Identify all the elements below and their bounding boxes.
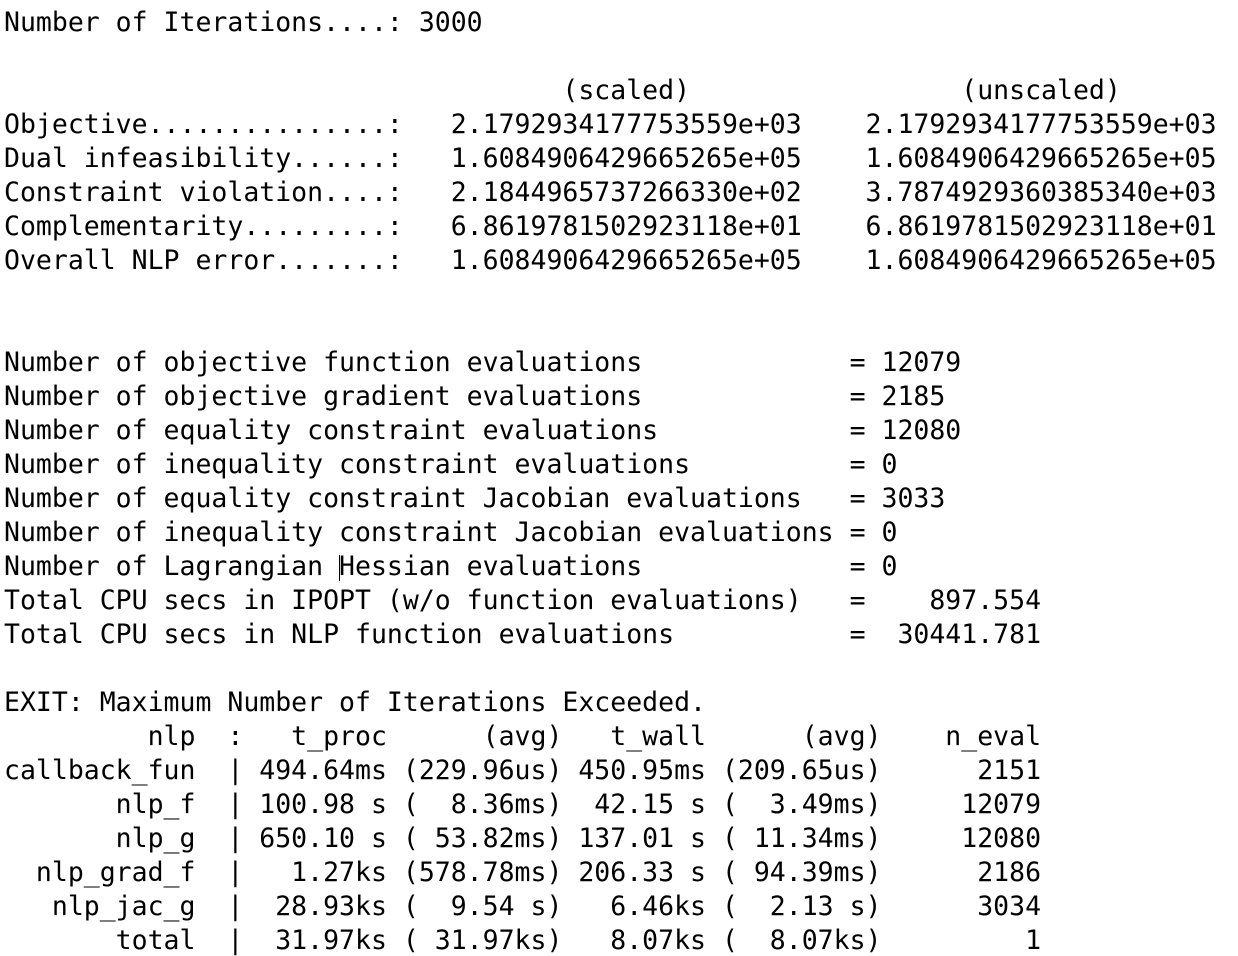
terminal-line-iterations: Number of Iterations....: 3000 xyxy=(4,7,483,38)
timing-table-row-total: total | 31.97ks ( 31.97ks) 8.07ks ( 8.07… xyxy=(4,925,1042,956)
terminal-line-cpu-nlp-functions: Total CPU secs in NLP function evaluatio… xyxy=(4,619,1042,650)
terminal-line-inequality-constraint-evals: Number of inequality constraint evaluati… xyxy=(4,449,898,480)
terminal-line-objective-function-evals: Number of objective function evaluations… xyxy=(4,347,962,378)
terminal-line-objective: Objective...............: 2.179293417775… xyxy=(4,109,1217,140)
timing-table-row-nlp-grad-f: nlp_grad_f | 1.27ks (578.78ms) 206.33 s … xyxy=(4,857,1042,888)
terminal-line-dual-infeasibility: Dual infeasibility......: 1.608490642966… xyxy=(4,143,1217,174)
timing-table-row-nlp-f: nlp_f | 100.98 s ( 8.36ms) 42.15 s ( 3.4… xyxy=(4,789,1042,820)
terminal-line-inequality-jacobian-evals: Number of inequality constraint Jacobian… xyxy=(4,517,898,548)
terminal-line-overall-nlp-error: Overall NLP error.......: 1.608490642966… xyxy=(4,245,1217,276)
timing-table-row-nlp-g: nlp_g | 650.10 s ( 53.82ms) 137.01 s ( 1… xyxy=(4,823,1042,854)
terminal-line-lagrangian-hessian-evals: Number of Lagrangian Hessian evaluations… xyxy=(4,550,1238,584)
terminal-line-cpu-ipopt: Total CPU secs in IPOPT (w/o function ev… xyxy=(4,585,1042,616)
terminal-line-complementarity: Complementarity.........: 6.861978150292… xyxy=(4,211,1217,242)
timing-table-header: nlp : t_proc (avg) t_wall (avg) n_eval xyxy=(4,721,1042,752)
terminal-output[interactable]: Number of Iterations....: 3000 (scaled) … xyxy=(0,0,1238,956)
terminal-line-exit-status: EXIT: Maximum Number of Iterations Excee… xyxy=(4,687,706,718)
text-cursor xyxy=(339,554,341,581)
timing-table-row-callback-fun: callback_fun | 494.64ms (229.96us) 450.9… xyxy=(4,755,1042,786)
terminal-line-equality-jacobian-evals: Number of equality constraint Jacobian e… xyxy=(4,483,946,514)
terminal-line-objective-gradient-evals: Number of objective gradient evaluations… xyxy=(4,381,946,412)
terminal-line-hessian-text-before-cursor: Number of Lagrangian Hessian evaluations… xyxy=(4,551,898,582)
terminal-line-column-headers: (scaled) (unscaled) xyxy=(4,75,1121,106)
timing-table-row-nlp-jac-g: nlp_jac_g | 28.93ks ( 9.54 s) 6.46ks ( 2… xyxy=(4,891,1042,922)
terminal-line-constraint-violation: Constraint violation....: 2.184496573726… xyxy=(4,177,1217,208)
terminal-line-equality-constraint-evals: Number of equality constraint evaluation… xyxy=(4,415,962,446)
